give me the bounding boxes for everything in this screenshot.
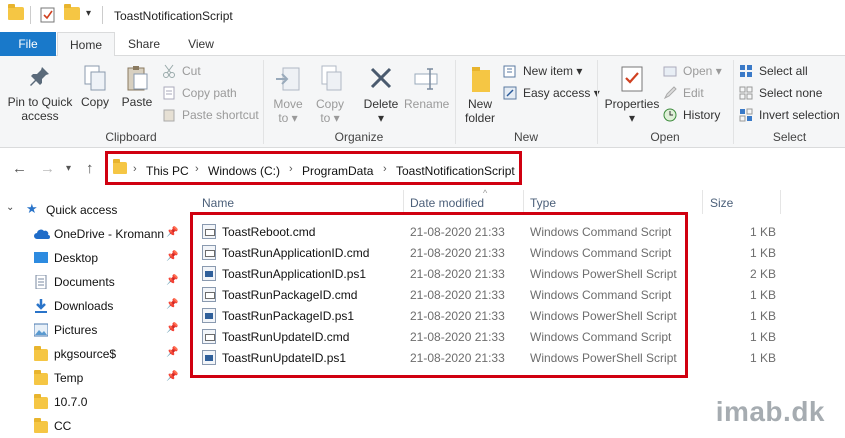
cut-button[interactable]: Cut [162, 61, 201, 81]
breadcrumb-toastnotificationscript[interactable]: ToastNotificationScript [396, 164, 515, 178]
breadcrumb-this-pc[interactable]: This PC [146, 164, 189, 178]
new-item-button[interactable]: New item ▾ [503, 61, 582, 81]
history-icon [663, 108, 677, 122]
open-button[interactable]: Open ▾ [663, 61, 722, 81]
paste-shortcut-icon [162, 108, 176, 122]
tab-view[interactable]: View [178, 32, 224, 56]
recent-locations-chevron-icon[interactable]: ▾ [66, 163, 71, 174]
column-header-name[interactable]: Name [202, 196, 234, 210]
customize-quick-access-icon[interactable]: ▾ [86, 8, 91, 19]
move-to-icon [274, 64, 302, 94]
group-label-organize: Organize [264, 130, 454, 144]
easy-access-icon [503, 86, 517, 100]
new-item-icon [503, 64, 517, 78]
paste-icon [124, 64, 150, 92]
copy-button[interactable]: Copy [78, 64, 112, 109]
folder-icon [34, 395, 48, 409]
column-headers: ^ Name Date modified Type Size [190, 190, 845, 214]
scissors-icon [162, 64, 176, 78]
nav-item-10-7-0[interactable]: 10.7.0 [0, 390, 185, 414]
pin-label-2: access [4, 109, 76, 123]
properties-quick-icon[interactable] [40, 7, 56, 23]
window-title: ToastNotificationScript [114, 9, 233, 23]
chevron-right-icon: › [133, 163, 137, 175]
divider [30, 6, 31, 24]
select-none-icon [739, 86, 753, 100]
new-folder-quick-icon[interactable] [64, 7, 80, 23]
pin-icon: 📌 [166, 371, 178, 382]
rename-button[interactable]: Rename [404, 64, 448, 111]
address-bar[interactable]: › This PC › Windows (C:) › ProgramData ›… [105, 151, 522, 185]
nav-quick-access[interactable]: ⌄ ★ Quick access [0, 198, 185, 222]
folder-icon [113, 162, 127, 174]
copy-to-icon [316, 64, 344, 94]
rename-icon [412, 64, 440, 94]
star-icon: ★ [26, 201, 38, 217]
copy-path-button[interactable]: Copy path [162, 83, 237, 103]
divider [102, 6, 103, 24]
breadcrumb-windows-c[interactable]: Windows (C:) [208, 164, 280, 178]
chevron-right-icon: › [289, 163, 293, 175]
new-folder-button[interactable]: New folder [460, 64, 500, 125]
chevron-down-icon[interactable]: ⌄ [6, 202, 14, 213]
title-bar: ▾ ToastNotificationScript [0, 0, 845, 32]
ribbon: Pin to Quick access Copy Paste Cut Copy … [0, 56, 845, 148]
pin-label: Pin to Quick [4, 95, 76, 109]
column-header-size[interactable]: Size [710, 196, 733, 210]
divider[interactable] [702, 190, 703, 214]
folder-icon [8, 7, 24, 23]
delete-button[interactable]: Delete ▾ [360, 64, 402, 125]
tab-share[interactable]: Share [120, 32, 168, 56]
paste-shortcut-button[interactable]: Paste shortcut [162, 105, 259, 125]
paste-button[interactable]: Paste [118, 64, 156, 109]
edit-button[interactable]: Edit [663, 83, 704, 103]
group-label-clipboard: Clipboard [0, 130, 262, 144]
chevron-right-icon: › [383, 163, 387, 175]
ribbon-tabs: File Home Share View [0, 32, 845, 56]
group-label-select: Select [734, 130, 845, 144]
delete-icon [367, 64, 395, 94]
select-all-icon [739, 64, 753, 78]
invert-selection-icon [739, 108, 753, 122]
back-arrow-icon[interactable]: ← [12, 160, 27, 177]
select-all-button[interactable]: Select all [739, 61, 808, 81]
open-icon [663, 64, 677, 78]
nav-item-temp[interactable]: Temp 📌 [0, 366, 185, 390]
divider[interactable] [523, 190, 524, 214]
edit-icon [663, 86, 677, 100]
new-folder-icon [467, 64, 493, 94]
nav-item-cc[interactable]: CC [0, 414, 185, 438]
properties-icon [618, 64, 646, 94]
column-header-date[interactable]: Date modified [410, 196, 484, 210]
divider[interactable] [403, 190, 404, 214]
invert-selection-button[interactable]: Invert selection [739, 105, 840, 125]
watermark: imab.dk [716, 396, 825, 428]
group-label-new: New [456, 130, 596, 144]
divider[interactable] [780, 190, 781, 214]
breadcrumb-programdata[interactable]: ProgramData [302, 164, 373, 178]
properties-button[interactable]: Properties ▾ [602, 64, 662, 125]
group-label-open: Open [598, 130, 732, 144]
highlight-box [190, 212, 688, 378]
history-button[interactable]: History [663, 105, 720, 125]
select-none-button[interactable]: Select none [739, 83, 822, 103]
up-arrow-icon[interactable]: ↑ [86, 160, 94, 177]
easy-access-button[interactable]: Easy access ▾ [503, 83, 600, 103]
pin-icon [28, 64, 52, 92]
copy-to-button[interactable]: Copy to ▾ [310, 64, 350, 125]
folder-icon [34, 371, 48, 385]
tab-home[interactable]: Home [57, 32, 115, 57]
pin-to-quick-access-button[interactable]: Pin to Quick access [4, 64, 76, 123]
copy-icon [82, 64, 108, 92]
copy-path-icon [162, 86, 176, 100]
column-header-type[interactable]: Type [530, 196, 556, 210]
move-to-button[interactable]: Move to ▾ [268, 64, 308, 125]
forward-arrow-icon[interactable]: → [40, 160, 55, 177]
tab-file[interactable]: File [0, 32, 56, 56]
chevron-right-icon: › [195, 163, 199, 175]
folder-icon [34, 419, 48, 433]
